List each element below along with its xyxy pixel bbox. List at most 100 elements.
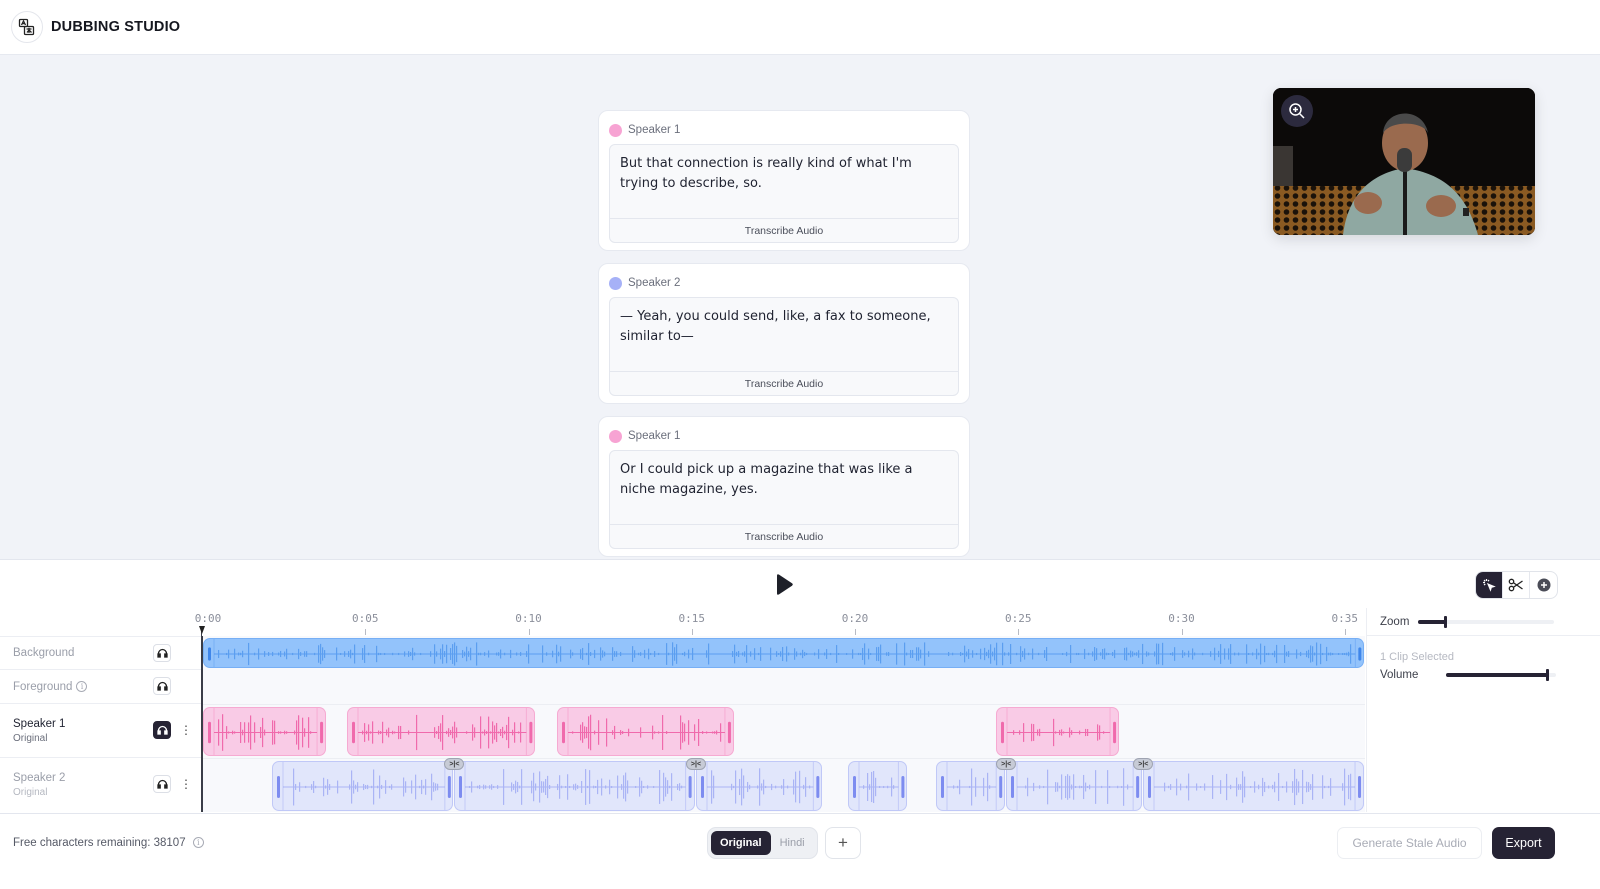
speaker-2-clip[interactable] — [696, 761, 823, 811]
tick-label: 0:30 — [1168, 612, 1195, 625]
clip-trim-handle-right[interactable] — [447, 776, 451, 798]
speaker-2-clip[interactable] — [271, 761, 454, 811]
lane-speaker-1 — [203, 704, 1365, 757]
tick-mark — [1018, 629, 1020, 635]
headphones-toggle[interactable] — [153, 677, 171, 695]
transcribe-audio-button[interactable]: Transcribe Audio — [610, 524, 958, 548]
speaker-1-clip[interactable] — [557, 707, 735, 756]
transcribe-audio-button[interactable]: Transcribe Audio — [610, 371, 958, 395]
timeline-lanes[interactable]: >|< >|< >|< >|< — [202, 636, 1365, 812]
timeline-ruler[interactable]: 0:00 0:05 0:10 0:15 0:20 0:25 0:30 0:35 — [195, 608, 1365, 636]
clip-trim-handle-left[interactable] — [208, 647, 211, 661]
track-name: Speaker 1 — [13, 717, 66, 730]
volume-slider[interactable] — [1446, 669, 1557, 681]
speaker-2-clip[interactable] — [935, 761, 1006, 811]
tick-label: 0:15 — [678, 612, 706, 625]
track-menu-icon[interactable]: ⋮ — [180, 778, 192, 790]
language-hindi-button[interactable]: Hindi — [771, 831, 814, 855]
clip-trim-handle-right[interactable] — [320, 721, 324, 744]
headphones-toggle[interactable] — [153, 775, 171, 793]
segment-text-input[interactable]: — Yeah, you could send, like, a fax to s… — [610, 298, 958, 371]
segment-card: Speaker 1 But that connection is really … — [598, 110, 970, 251]
background-clip[interactable] — [203, 638, 1365, 668]
clip-selected-status: 1 Clip Selected — [1380, 651, 1454, 663]
waveform — [459, 762, 693, 810]
clip-trim-handle-left[interactable] — [852, 776, 856, 798]
transcribe-audio-button[interactable]: Transcribe Audio — [610, 218, 958, 242]
segment-text-input[interactable]: Or I could pick up a magazine that was l… — [610, 451, 958, 524]
zoom-slider[interactable] — [1418, 615, 1555, 628]
info-icon[interactable]: i — [192, 837, 204, 849]
clip-trim-handle-right[interactable] — [999, 776, 1003, 798]
add-language-button[interactable]: + — [825, 827, 861, 859]
clip-trim-handle-left[interactable] — [701, 776, 704, 798]
free-characters-remaining: Free characters remaining: 38107 i — [13, 837, 204, 849]
play-button[interactable] — [772, 572, 796, 598]
merge-clips-button[interactable]: >|< — [1133, 758, 1154, 770]
language-original-button[interactable]: Original — [711, 831, 771, 855]
speaker-2-clip[interactable] — [454, 761, 695, 811]
speaker-1-clip[interactable] — [203, 707, 327, 756]
clip-trim-handle-right[interactable] — [728, 721, 732, 744]
clip-trim-handle-left[interactable] — [208, 721, 211, 744]
volume-slider-thumb[interactable] — [1545, 669, 1549, 681]
segment-speaker: Speaker 2 — [628, 277, 681, 289]
footer-bar: Free characters remaining: 38107 i Origi… — [0, 813, 1600, 889]
speaker-color-dot — [609, 123, 622, 137]
merge-clips-button[interactable]: >|< — [444, 758, 465, 770]
generate-stale-audio-button[interactable]: Generate Stale Audio — [1337, 827, 1482, 859]
free-characters-text: Free characters remaining: 38107 — [13, 837, 186, 849]
playhead[interactable] — [201, 626, 202, 812]
merge-clips-button[interactable]: >|< — [996, 758, 1017, 770]
zoom-slider-thumb[interactable] — [1443, 615, 1447, 628]
speaker-2-clip[interactable] — [1143, 761, 1365, 811]
clip-trim-handle-left[interactable] — [276, 776, 280, 798]
playhead-handle[interactable] — [199, 626, 205, 634]
waveform — [276, 762, 451, 810]
clip-trim-handle-left[interactable] — [1001, 721, 1005, 744]
waveform — [701, 762, 820, 810]
headphones-toggle[interactable] — [153, 721, 171, 739]
track-name: Background — [13, 647, 75, 659]
speaker-2-clip[interactable] — [1006, 761, 1143, 811]
app-header: DUBBING STUDIO — [0, 0, 1600, 55]
segment-text-input[interactable]: But that connection is really kind of wh… — [610, 145, 958, 218]
speaker-color-dot — [609, 429, 622, 443]
clip-trim-handle-left[interactable] — [940, 776, 944, 798]
volume-slider-fill — [1446, 673, 1548, 677]
clip-trim-handle-left[interactable] — [1148, 776, 1152, 798]
headphones-toggle[interactable] — [153, 644, 171, 662]
speaker-1-clip[interactable] — [346, 707, 536, 756]
export-button[interactable]: Export — [1492, 827, 1555, 859]
translate-icon — [11, 11, 43, 43]
headphones-icon — [156, 681, 168, 691]
track-subtitle: Original — [13, 786, 48, 798]
clip-trim-handle-right[interactable] — [1358, 647, 1362, 661]
track-menu-icon[interactable]: ⋮ — [180, 724, 192, 736]
clip-trim-handle-left[interactable] — [351, 721, 355, 744]
speaker-1-clip[interactable] — [996, 707, 1120, 756]
clip-trim-handle-right[interactable] — [1136, 776, 1140, 798]
waveform — [1011, 762, 1140, 810]
merge-clips-button[interactable]: >|< — [686, 758, 706, 770]
zoom-slider-fill — [1418, 619, 1446, 624]
add-tool-button[interactable] — [1530, 572, 1557, 598]
clip-trim-handle-right[interactable] — [901, 776, 905, 798]
clip-trim-handle-left[interactable] — [562, 721, 566, 744]
speaker-2-clip[interactable] — [847, 761, 908, 811]
clip-trim-handle-right[interactable] — [1113, 721, 1117, 744]
video-zoom-button[interactable] — [1281, 95, 1313, 127]
tick-mark — [1344, 629, 1346, 635]
clip-trim-handle-right[interactable] — [816, 776, 820, 798]
segment-speaker: Speaker 1 — [628, 124, 681, 136]
info-icon[interactable]: i — [76, 681, 88, 692]
zoom-label: Zoom — [1380, 615, 1410, 628]
clip-trim-handle-left[interactable] — [1011, 776, 1015, 798]
clip-trim-handle-right[interactable] — [529, 721, 533, 744]
split-tool-button[interactable] — [1503, 572, 1530, 598]
select-tool-button[interactable] — [1476, 572, 1503, 598]
clip-trim-handle-right[interactable] — [1358, 776, 1362, 798]
video-preview[interactable] — [1273, 88, 1535, 235]
clip-trim-handle-left[interactable] — [459, 776, 463, 798]
clip-trim-handle-right[interactable] — [689, 776, 693, 798]
